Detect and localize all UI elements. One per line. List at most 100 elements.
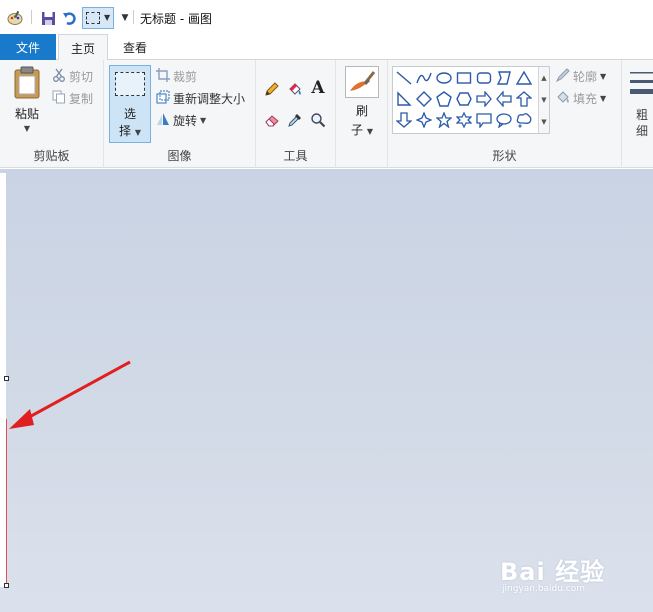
fill-bucket-icon[interactable] (285, 79, 305, 99)
resize-icon (156, 90, 170, 107)
chevron-down-icon: ▼ (600, 94, 607, 103)
chevron-down-icon: ▼ (600, 72, 607, 81)
ribbon-tabs: 文件 主页 查看 (0, 34, 653, 61)
chevron-down-icon: ▼ (23, 124, 31, 133)
shape-triangle-icon[interactable] (515, 69, 533, 87)
scissors-icon (52, 68, 66, 85)
cut-button[interactable]: 剪切 (52, 68, 93, 85)
shape-down-arrow-icon[interactable] (395, 111, 413, 129)
baidu-jingyan-watermark: Bai 经验 jingyan.baidu.com (500, 540, 650, 602)
shape-five-point-star-icon[interactable] (435, 111, 453, 129)
eraser-icon[interactable] (262, 110, 282, 130)
brushes-label-2: 子 ▼ (351, 123, 373, 137)
shape-line-icon[interactable] (395, 69, 413, 87)
brushes-label-1: 刷 (355, 104, 368, 118)
tab-view[interactable]: 查看 (110, 34, 160, 61)
paste-label: 粘贴 (14, 107, 39, 121)
image-group: 选 择 ▼ 裁剪 重新调整大小 旋转 ▼ 图像 (104, 60, 256, 168)
shape-curve-icon[interactable] (415, 69, 433, 87)
shape-rectangle-icon[interactable] (455, 69, 473, 87)
copy-icon (52, 90, 66, 107)
brushes-group: 刷 子 ▼ (336, 60, 388, 168)
shape-left-arrow-icon[interactable] (495, 90, 513, 108)
paste-button[interactable]: 粘贴 ▼ (6, 66, 48, 140)
shape-diamond-icon[interactable] (415, 90, 433, 108)
resize-label: 重新调整大小 (173, 92, 246, 106)
shape-oval-callout-icon[interactable] (495, 111, 513, 129)
resize-handle-corner[interactable] (4, 583, 9, 588)
shape-right-triangle-icon[interactable] (395, 90, 413, 108)
chevron-down-icon: ▼ (104, 13, 111, 22)
shape-oval-icon[interactable] (435, 69, 453, 87)
fill-button[interactable]: 填充 ▼ (556, 90, 606, 107)
shape-six-point-star-icon[interactable] (455, 111, 473, 129)
tab-file[interactable]: 文件 (0, 34, 56, 60)
outline-brush-icon (555, 68, 570, 85)
outline-button[interactable]: 轮廓 ▼ (555, 68, 607, 85)
select-button[interactable]: 选 择 ▼ (109, 65, 151, 143)
cut-label: 剪切 (69, 70, 94, 84)
tab-home[interactable]: 主页 (58, 34, 108, 61)
gallery-expand-icon[interactable]: ▼ (541, 118, 546, 126)
select-label-2: 择 ▼ (119, 124, 141, 138)
copy-label: 复制 (69, 92, 94, 106)
clipboard-icon (12, 66, 42, 103)
ribbon: 粘贴 ▼ 剪切 复制 剪贴板 选 择 ▼ 裁剪 重新调整大小 旋转 ▼ 图像 A… (0, 60, 653, 168)
rotate-label: 旋转 (173, 114, 198, 128)
tools-group-label: 工具 (283, 149, 308, 163)
drawn-line (6, 419, 7, 587)
shape-cloud-callout-icon[interactable] (515, 111, 533, 129)
size-label-1: 粗 (636, 108, 649, 122)
size-group: 粗 细 (622, 60, 653, 168)
red-arrow-annotation (0, 169, 140, 442)
rotate-button[interactable]: 旋转 ▼ (156, 112, 206, 129)
shape-pentagon-icon[interactable] (435, 90, 453, 108)
rotate-icon (156, 112, 170, 129)
chevron-down-icon: ▼ (366, 127, 373, 136)
text-tool-icon[interactable]: A (308, 78, 328, 98)
crop-label: 裁剪 (173, 70, 198, 84)
scroll-up-icon[interactable]: ▲ (541, 74, 546, 82)
scroll-down-icon[interactable]: ▼ (541, 96, 546, 104)
shapes-group: ▲ ▼ ▼ 轮廓 ▼ 填充 ▼ 形状 (388, 60, 622, 168)
shape-right-arrow-icon[interactable] (475, 90, 493, 108)
size-label-2: 细 (636, 124, 649, 138)
shape-rounded-rectangle-icon[interactable] (475, 69, 493, 87)
watermark-text: Bai 经验 (500, 558, 606, 586)
tools-group: A 工具 (256, 60, 336, 168)
copy-button[interactable]: 复制 (52, 90, 93, 107)
clipboard-group: 粘贴 ▼ 剪切 复制 剪贴板 (0, 60, 104, 168)
shapes-gallery: ▲ ▼ ▼ (392, 66, 550, 134)
fill-bucket-icon (556, 90, 570, 107)
shape-up-arrow-icon[interactable] (515, 90, 533, 108)
magnifier-icon[interactable] (308, 110, 328, 130)
paint-app-icon[interactable] (6, 9, 24, 27)
window-title: 无标题 - 画图 (140, 12, 212, 26)
outline-label: 轮廓 (573, 70, 598, 84)
brushes-button[interactable]: 刷 子 ▼ (342, 66, 382, 144)
fill-label: 填充 (573, 92, 598, 106)
pencil-icon[interactable] (262, 79, 282, 99)
undo-icon[interactable] (61, 9, 79, 27)
separator (133, 10, 134, 24)
resize-button[interactable]: 重新调整大小 (156, 90, 245, 107)
separator (31, 10, 32, 24)
title-bar: ▼ ▼ 无标题 - 画图 (0, 0, 653, 34)
gallery-scrollbar[interactable]: ▲ ▼ ▼ (538, 67, 549, 133)
shape-rect-callout-icon[interactable] (475, 111, 493, 129)
shape-polygon-icon[interactable] (495, 69, 513, 87)
line-size-icon[interactable] (630, 70, 653, 101)
shape-hexagon-icon[interactable] (455, 90, 473, 108)
customize-toolbar-icon[interactable]: ▼ (116, 9, 134, 27)
save-icon[interactable] (39, 9, 57, 27)
chevron-down-icon: ▼ (134, 128, 141, 137)
select-rect-icon (115, 72, 145, 96)
clipboard-group-label: 剪贴板 (33, 149, 70, 163)
select-label-1: 选 (123, 107, 136, 121)
crop-button[interactable]: 裁剪 (156, 68, 197, 85)
select-rect-icon (86, 12, 100, 24)
quick-select-button[interactable]: ▼ (82, 7, 114, 29)
image-group-label: 图像 (167, 149, 192, 163)
shape-four-point-star-icon[interactable] (415, 111, 433, 129)
color-picker-icon[interactable] (285, 110, 305, 130)
